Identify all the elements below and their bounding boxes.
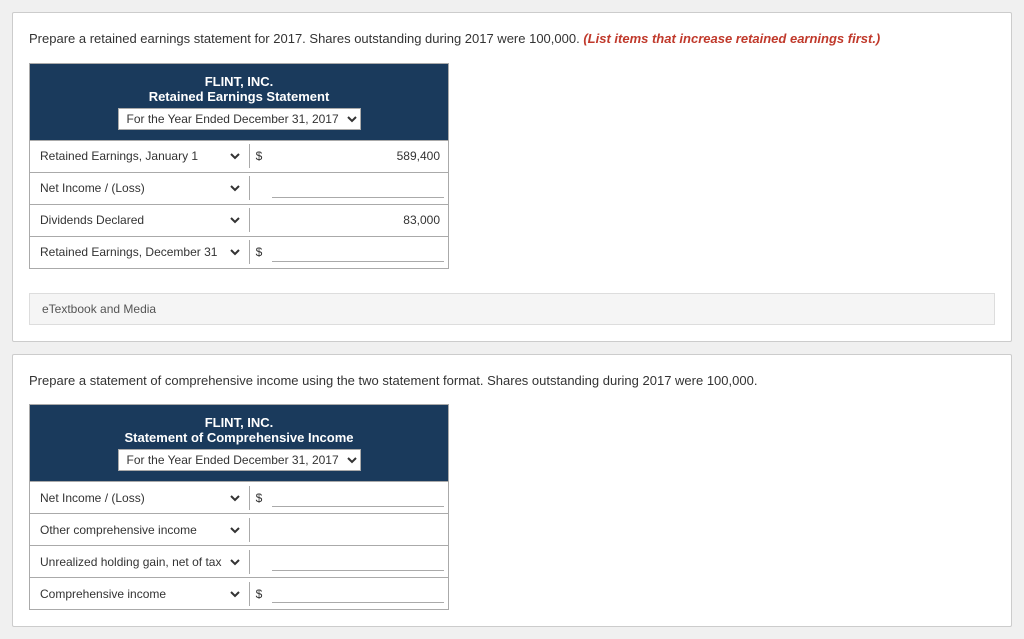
label-select-re-dec31[interactable]: Retained Earnings, December 31 xyxy=(36,244,243,260)
input-wrapper-re-dec31 xyxy=(268,241,448,264)
statement-title-1: Retained Earnings Statement xyxy=(36,89,442,104)
label-select-net-income-1[interactable]: Net Income / (Loss) xyxy=(36,180,243,196)
etextbook-label-1: eTextbook and Media xyxy=(42,302,156,316)
row-label-unrealized: Unrealized holding gain, net of tax xyxy=(30,550,250,574)
table-row: Net Income / (Loss) $ xyxy=(30,481,448,513)
label-select-dividends[interactable]: Dividends Declared xyxy=(36,212,243,228)
company-name-1: FLINT, INC. xyxy=(36,74,442,89)
retained-earnings-table: FLINT, INC. Retained Earnings Statement … xyxy=(29,63,449,269)
comprehensive-income-header: FLINT, INC. Statement of Comprehensive I… xyxy=(30,405,448,481)
row-label-re-jan1: Retained Earnings, January 1 xyxy=(30,144,250,168)
row-label-oci: Other comprehensive income xyxy=(30,518,250,542)
retained-earnings-header: FLINT, INC. Retained Earnings Statement … xyxy=(30,64,448,140)
value-re-jan1: 589,400 xyxy=(268,145,448,167)
label-select-re-jan1[interactable]: Retained Earnings, January 1 xyxy=(36,148,243,164)
input-comp-income[interactable] xyxy=(272,584,444,603)
section1-wrapper: Prepare a retained earnings statement fo… xyxy=(12,12,1012,342)
row-label-net-income-ci: Net Income / (Loss) xyxy=(30,486,250,510)
table-row: Comprehensive income $ xyxy=(30,577,448,609)
input-net-income-ci[interactable] xyxy=(272,488,444,507)
table-row: Other comprehensive income xyxy=(30,513,448,545)
instruction2-text: Prepare a statement of comprehensive inc… xyxy=(29,373,757,388)
input-net-income-1[interactable] xyxy=(272,179,444,198)
label-select-net-income-ci[interactable]: Net Income / (Loss) xyxy=(36,490,243,506)
etextbook-bar-1: eTextbook and Media xyxy=(29,293,995,325)
row-label-comp-income: Comprehensive income xyxy=(30,582,250,606)
label-select-oci[interactable]: Other comprehensive income xyxy=(36,522,243,538)
input-wrapper-ni-ci xyxy=(268,486,448,509)
dollar-sign-comp-income: $ xyxy=(250,587,268,601)
company-name-2: FLINT, INC. xyxy=(36,415,442,430)
table-row: Net Income / (Loss) xyxy=(30,172,448,204)
row-label-net-income-1: Net Income / (Loss) xyxy=(30,176,250,200)
instruction1-highlight: (List items that increase retained earni… xyxy=(583,31,880,46)
dollar-sign-1: $ xyxy=(250,149,268,163)
row-label-re-dec31: Retained Earnings, December 31 xyxy=(30,240,250,264)
input-wrapper-unrealized xyxy=(268,550,448,573)
statement-title-2: Statement of Comprehensive Income xyxy=(36,430,442,445)
input-re-dec31[interactable] xyxy=(272,243,444,262)
instruction2: Prepare a statement of comprehensive inc… xyxy=(29,371,995,391)
input-wrapper-oci-empty xyxy=(268,528,448,532)
period-select-2[interactable]: For the Year Ended December 31, 2017 xyxy=(118,449,361,471)
dollar-sign-dec31: $ xyxy=(250,245,268,259)
label-select-comp-income[interactable]: Comprehensive income xyxy=(36,586,243,602)
row-label-dividends: Dividends Declared xyxy=(30,208,250,232)
instruction1: Prepare a retained earnings statement fo… xyxy=(29,29,995,49)
table-row: Dividends Declared 83,000 xyxy=(30,204,448,236)
table-row: Retained Earnings, January 1 $ 589,400 xyxy=(30,140,448,172)
comprehensive-income-table: FLINT, INC. Statement of Comprehensive I… xyxy=(29,404,449,610)
instruction1-text: Prepare a retained earnings statement fo… xyxy=(29,31,580,46)
input-wrapper-comp-income xyxy=(268,582,448,605)
value-dividends: 83,000 xyxy=(268,209,448,231)
input-wrapper-net-income-1 xyxy=(268,177,448,200)
label-select-unrealized[interactable]: Unrealized holding gain, net of tax xyxy=(36,554,243,570)
section2-wrapper: Prepare a statement of comprehensive inc… xyxy=(12,354,1012,628)
period-select-1[interactable]: For the Year Ended December 31, 2017 xyxy=(118,108,361,130)
table-row: Unrealized holding gain, net of tax xyxy=(30,545,448,577)
table-row: Retained Earnings, December 31 $ xyxy=(30,236,448,268)
dollar-sign-ni-ci: $ xyxy=(250,491,268,505)
